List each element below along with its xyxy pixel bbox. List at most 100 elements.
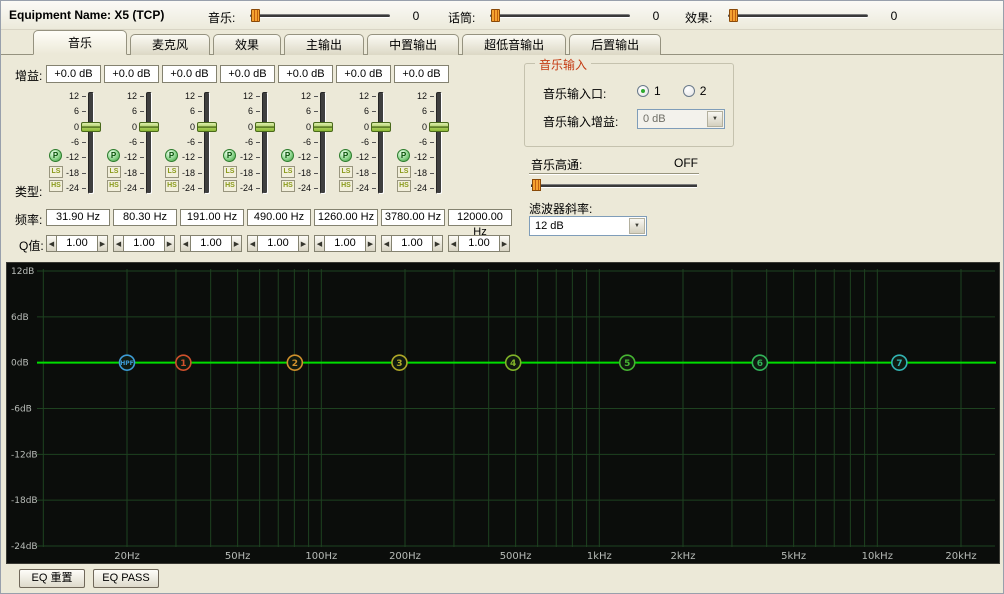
hs-filter-button[interactable]: HS — [397, 180, 411, 192]
ls-filter-button[interactable]: LS — [397, 166, 411, 178]
top-slider-effect[interactable] — [728, 14, 868, 18]
q-increase-button[interactable]: ▶ — [298, 235, 309, 252]
q-value-display: 1.00 — [191, 235, 231, 252]
top-slider-handle-mic[interactable] — [491, 9, 500, 22]
slider-track[interactable] — [146, 92, 152, 194]
eq-band-3[interactable]: 3 — [392, 355, 407, 370]
input-port-option-2[interactable]: 2 — [683, 84, 707, 98]
slider-track[interactable] — [436, 92, 442, 194]
slider-track[interactable] — [262, 92, 268, 194]
q-decrease-button[interactable]: ◀ — [46, 235, 57, 252]
slider-track[interactable] — [204, 92, 210, 194]
q-increase-button[interactable]: ▶ — [499, 235, 510, 252]
music-input-group-title: 音乐输入 — [535, 56, 591, 73]
slider-track[interactable] — [320, 92, 326, 194]
ls-filter-button[interactable]: LS — [339, 166, 353, 178]
q-increase-button[interactable]: ▶ — [365, 235, 376, 252]
q-increase-button[interactable]: ▶ — [432, 235, 443, 252]
q-decrease-button[interactable]: ◀ — [180, 235, 191, 252]
p-filter-button[interactable]: P — [223, 149, 236, 162]
slider-scale-label: 0 — [220, 122, 253, 132]
q-increase-button[interactable]: ▶ — [164, 235, 175, 252]
ls-filter-button[interactable]: LS — [107, 166, 121, 178]
ls-filter-button[interactable]: LS — [49, 166, 63, 178]
q-increase-button[interactable]: ▶ — [231, 235, 242, 252]
p-filter-button[interactable]: P — [165, 149, 178, 162]
slider-tick — [314, 188, 318, 189]
hs-filter-button[interactable]: HS — [49, 180, 63, 192]
slider-tick — [82, 157, 86, 158]
slider-scale-label: 0 — [278, 122, 311, 132]
q-decrease-button[interactable]: ◀ — [113, 235, 124, 252]
slider-handle[interactable] — [429, 122, 449, 132]
slider-track[interactable] — [378, 92, 384, 194]
tab-rear-output[interactable]: 后置输出 — [569, 34, 661, 55]
hs-filter-button[interactable]: HS — [107, 180, 121, 192]
eq-band-label: 2 — [292, 359, 298, 369]
eq-graph[interactable]: 12dB6dB0dB-6dB-12dB-18dB-24dB20Hz50Hz100… — [6, 262, 1000, 564]
gain-display-5: +0.0 dB — [278, 65, 333, 83]
slider-handle[interactable] — [313, 122, 333, 132]
slider-handle[interactable] — [255, 122, 275, 132]
highpass-slider[interactable] — [531, 184, 697, 188]
hs-filter-button[interactable]: HS — [165, 180, 179, 192]
highpass-slider-handle[interactable] — [532, 179, 541, 191]
tab-center-output[interactable]: 中置输出 — [367, 34, 459, 55]
eq-band-4[interactable]: 4 — [506, 355, 521, 370]
top-slider-mic[interactable] — [490, 14, 630, 18]
eq-band-7[interactable]: 7 — [892, 355, 907, 370]
slider-handle[interactable] — [371, 122, 391, 132]
slider-tick — [198, 173, 202, 174]
tab-effect[interactable]: 效果 — [213, 34, 281, 55]
dropdown-arrow-icon[interactable]: ▼ — [707, 111, 723, 127]
dropdown-arrow-icon[interactable]: ▼ — [629, 218, 645, 234]
hs-filter-button[interactable]: HS — [339, 180, 353, 192]
q-increase-button[interactable]: ▶ — [97, 235, 108, 252]
y-axis-label: -6dB — [11, 405, 32, 415]
p-filter-button[interactable]: P — [107, 149, 120, 162]
slider-handle[interactable] — [139, 122, 159, 132]
p-filter-button[interactable]: P — [339, 149, 352, 162]
eq-band-2[interactable]: 2 — [287, 355, 302, 370]
slider-handle[interactable] — [197, 122, 217, 132]
eq-band-HPF[interactable]: HPF — [120, 355, 135, 370]
q-decrease-button[interactable]: ◀ — [314, 235, 325, 252]
tab-music[interactable]: 音乐 — [33, 30, 127, 55]
top-slider-music[interactable] — [250, 14, 390, 18]
tab-microphone[interactable]: 麦克风 — [130, 34, 210, 55]
eq-band-1[interactable]: 1 — [176, 355, 191, 370]
hs-filter-button[interactable]: HS — [281, 180, 295, 192]
y-axis-label: -18dB — [11, 496, 38, 506]
q-decrease-button[interactable]: ◀ — [381, 235, 392, 252]
eq-band-5[interactable]: 5 — [620, 355, 635, 370]
ls-filter-button[interactable]: LS — [281, 166, 295, 178]
eq-pass-button[interactable]: EQ PASS — [93, 569, 159, 588]
p-filter-button[interactable]: P — [281, 149, 294, 162]
p-filter-button[interactable]: P — [397, 149, 410, 162]
ls-filter-button[interactable]: LS — [223, 166, 237, 178]
x-axis-label: 50Hz — [225, 551, 251, 562]
eq-band-6[interactable]: 6 — [752, 355, 767, 370]
gain-row-label: 增益: — [15, 67, 42, 84]
filter-slope-select[interactable]: 12 dB ▼ — [529, 216, 647, 236]
p-filter-button[interactable]: P — [49, 149, 62, 162]
input-port-option-1[interactable]: 1 — [637, 84, 661, 98]
eq-reset-button[interactable]: EQ 重置 — [19, 569, 85, 588]
slider-track[interactable] — [88, 92, 94, 194]
top-slider-handle-music[interactable] — [251, 9, 260, 22]
q-value-display: 1.00 — [57, 235, 97, 252]
tab-subwoofer-output[interactable]: 超低音输出 — [462, 34, 566, 55]
radio-icon[interactable] — [637, 85, 649, 97]
q-decrease-button[interactable]: ◀ — [448, 235, 459, 252]
q-value-display: 1.00 — [392, 235, 432, 252]
radio-icon[interactable] — [683, 85, 695, 97]
hs-filter-button[interactable]: HS — [223, 180, 237, 192]
q-decrease-button[interactable]: ◀ — [247, 235, 258, 252]
music-input-gain-select[interactable]: 0 dB ▼ — [637, 109, 725, 129]
ls-filter-button[interactable]: LS — [165, 166, 179, 178]
top-slider-handle-effect[interactable] — [729, 9, 738, 22]
tab-main-output[interactable]: 主输出 — [284, 34, 364, 55]
slider-handle[interactable] — [81, 122, 101, 132]
top-slider-value-effect: 0 — [874, 9, 914, 23]
eq-graph-canvas[interactable]: 12dB6dB0dB-6dB-12dB-18dB-24dB20Hz50Hz100… — [7, 263, 999, 563]
